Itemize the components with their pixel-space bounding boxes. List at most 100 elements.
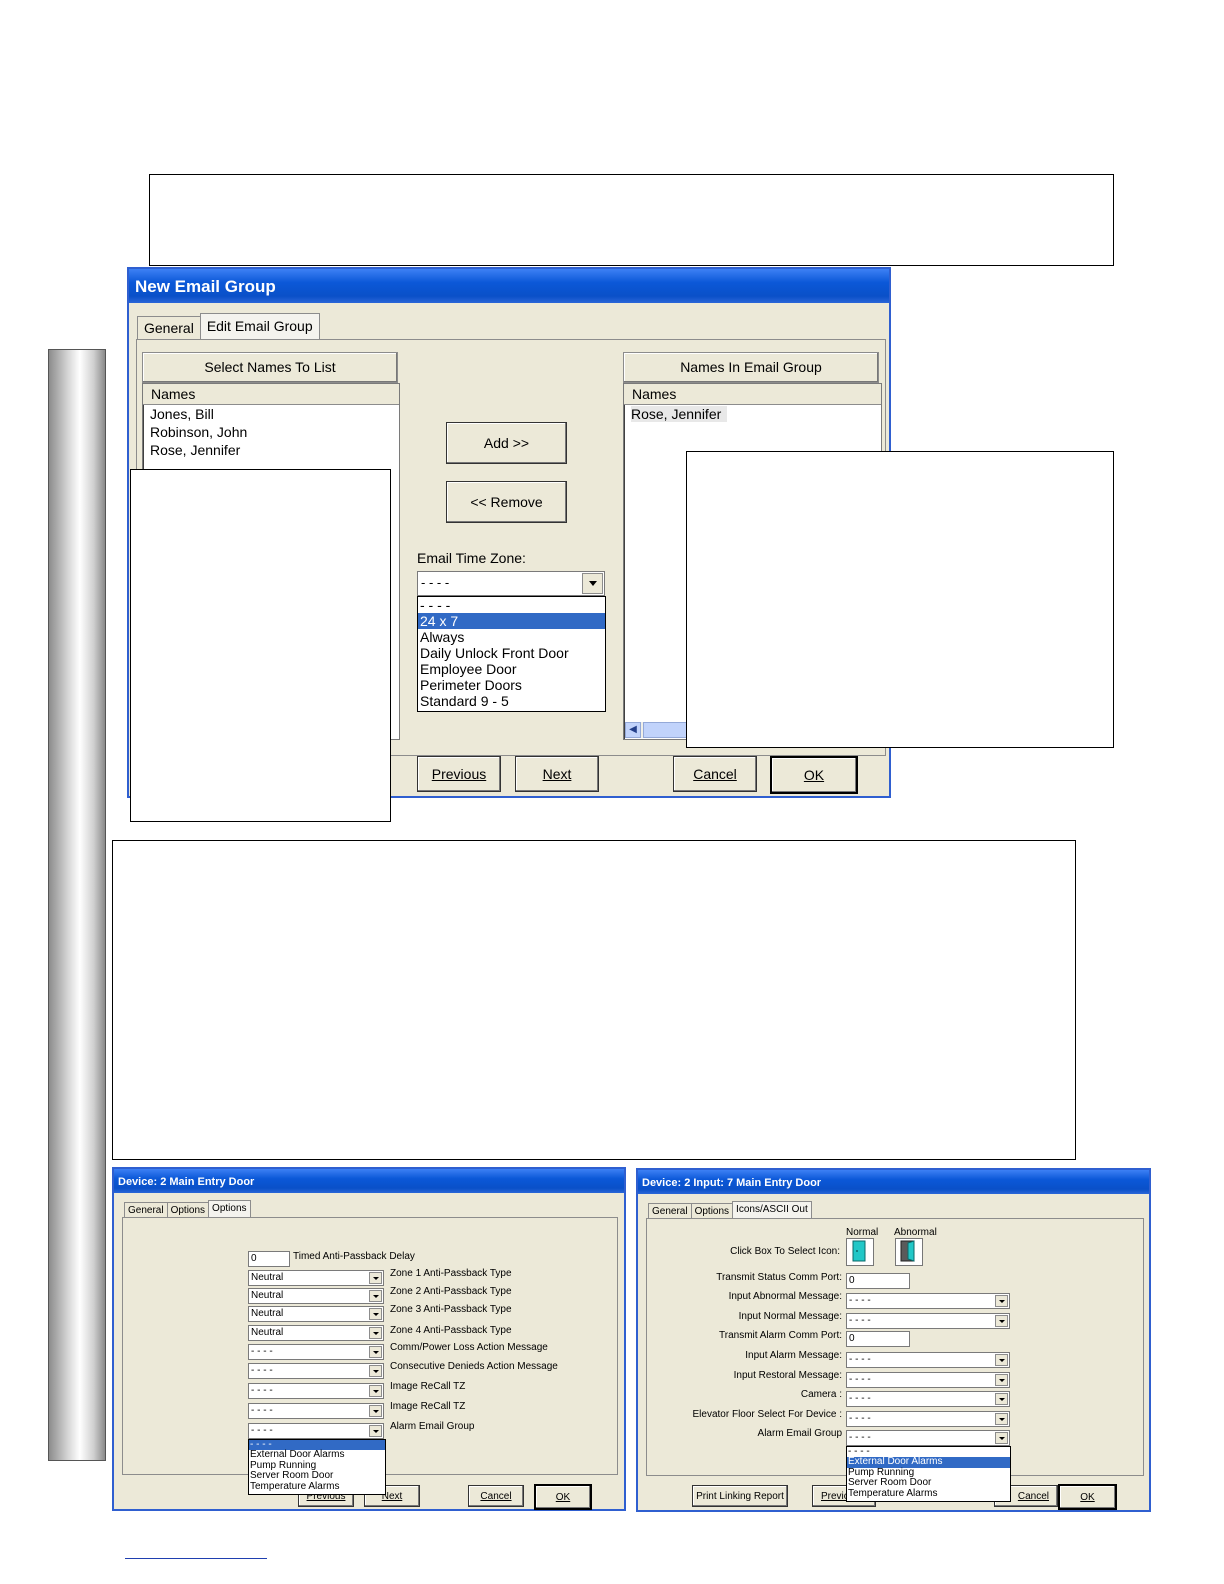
zone4-select[interactable]: Neutral (248, 1325, 384, 1341)
input-normal-select[interactable]: - - - - (846, 1313, 1010, 1329)
alarm-email-group-dropdown[interactable]: - - - - External Door Alarms Pump Runnin… (846, 1446, 1011, 1502)
input-abnormal-select[interactable]: - - - - (846, 1293, 1010, 1309)
chevron-down-icon[interactable] (995, 1432, 1008, 1444)
chevron-down-icon[interactable] (369, 1425, 382, 1437)
tab-edit-email-group[interactable]: Edit Email Group (199, 313, 320, 340)
normal-door-icon[interactable] (846, 1238, 874, 1266)
input-icons-dialog: Device: 2 Input: 7 Main Entry Door Gener… (636, 1168, 1151, 1512)
icon-select-label: Click Box To Select Icon: (730, 1246, 840, 1257)
chevron-down-icon[interactable] (369, 1327, 382, 1339)
dropdown-option[interactable]: Temperature Alarms (249, 1481, 385, 1492)
chevron-down-icon[interactable] (369, 1405, 382, 1417)
normal-label: Normal (846, 1227, 879, 1238)
image-recall-select-2[interactable]: - - - - (248, 1403, 384, 1419)
chevron-down-icon[interactable] (369, 1308, 382, 1320)
input-alarm-select[interactable]: - - - - (846, 1352, 1010, 1368)
footer-link-underline (125, 1558, 267, 1559)
print-linking-report-button[interactable]: Print Linking Report (692, 1485, 788, 1507)
denieds-select[interactable]: - - - - (248, 1363, 384, 1379)
ok-button[interactable]: OK (1058, 1484, 1117, 1510)
chevron-down-icon[interactable] (369, 1272, 382, 1284)
list-item[interactable]: Rose, Jennifer (624, 405, 881, 423)
dropdown-option-selected[interactable]: 24 x 7 (418, 613, 605, 629)
names-column-header[interactable]: Names (624, 384, 881, 405)
image-recall-select[interactable]: - - - - (248, 1383, 384, 1399)
dropdown-option[interactable]: Temperature Alarms (847, 1488, 1010, 1499)
chevron-down-icon[interactable] (995, 1413, 1008, 1425)
dropdown-option[interactable]: Employee Door (418, 661, 605, 677)
dialog-titlebar: Device: 2 Input: 7 Main Entry Door (638, 1170, 1149, 1194)
transmit-alarm-field[interactable]: 0 (846, 1331, 910, 1347)
cancel-button[interactable]: Cancel (468, 1485, 524, 1507)
tab-options[interactable]: Options (690, 1203, 734, 1219)
input-restoral-select[interactable]: - - - - (846, 1372, 1010, 1388)
ok-button[interactable]: OK (534, 1484, 592, 1510)
dropdown-option[interactable]: - - - - (418, 597, 605, 613)
tab-strip: General Options Options (124, 1199, 251, 1219)
dialog-titlebar: Device: 2 Main Entry Door (114, 1169, 624, 1193)
zone1-select[interactable]: Neutral (248, 1270, 384, 1286)
comm-power-label: Comm/Power Loss Action Message (390, 1342, 548, 1353)
chevron-down-icon[interactable] (582, 573, 603, 594)
chevron-down-icon[interactable] (369, 1365, 382, 1377)
list-item[interactable]: Rose, Jennifer (143, 441, 399, 459)
alarm-email-group-dropdown[interactable]: - - - - External Door Alarms Pump Runnin… (248, 1439, 386, 1495)
select-names-header[interactable]: Select Names To List (142, 352, 398, 383)
remove-button[interactable]: << Remove (446, 481, 567, 523)
tab-general[interactable]: General (648, 1203, 692, 1219)
dropdown-option[interactable]: Daily Unlock Front Door (418, 645, 605, 661)
elevator-floor-select[interactable]: - - - - (846, 1411, 1010, 1427)
dialog-title: New Email Group (135, 277, 276, 296)
dropdown-option[interactable]: Perimeter Doors (418, 677, 605, 693)
alarm-email-group-select[interactable]: - - - - (846, 1430, 1010, 1446)
alarm-email-group-select[interactable]: - - - - (248, 1423, 384, 1439)
zone2-select[interactable]: Neutral (248, 1288, 384, 1304)
tab-strip: General Edit Email Group (137, 313, 320, 340)
input-alarm-label: Input Alarm Message: (745, 1350, 842, 1361)
chevron-down-icon[interactable] (995, 1393, 1008, 1405)
names-in-group-header[interactable]: Names In Email Group (623, 352, 879, 383)
image-recall-label: Image ReCall TZ (390, 1381, 466, 1392)
abnormal-door-icon[interactable] (895, 1238, 923, 1266)
tab-general[interactable]: General (124, 1202, 168, 1218)
time-zone-select[interactable]: - - - - (417, 571, 605, 596)
chevron-down-icon[interactable] (369, 1290, 382, 1302)
device-options-dialog: Device: 2 Main Entry Door General Option… (112, 1167, 626, 1511)
zone4-label: Zone 4 Anti-Passback Type (390, 1325, 512, 1336)
dropdown-option[interactable]: Standard 9 - 5 (418, 693, 605, 709)
zone1-label: Zone 1 Anti-Passback Type (390, 1268, 512, 1279)
chevron-down-icon[interactable] (995, 1315, 1008, 1327)
camera-label: Camera : (800, 1389, 842, 1400)
dialog-titlebar: New Email Group (129, 269, 889, 303)
list-item[interactable]: Jones, Bill (143, 405, 399, 423)
right-callout-box (686, 451, 1114, 748)
chevron-down-icon[interactable] (995, 1374, 1008, 1386)
delay-label: Timed Anti-Passback Delay (293, 1251, 415, 1262)
transmit-status-field[interactable]: 0 (846, 1273, 910, 1289)
scroll-left-icon[interactable]: ◀ (625, 722, 641, 738)
middle-callout-box (112, 840, 1076, 1160)
chevron-down-icon[interactable] (995, 1354, 1008, 1366)
dropdown-option[interactable]: Always (418, 629, 605, 645)
zone3-select[interactable]: Neutral (248, 1306, 384, 1322)
input-abnormal-label: Input Abnormal Message: (728, 1291, 842, 1302)
tab-general[interactable]: General (137, 316, 201, 339)
dialog-title: Device: 2 Input: 7 Main Entry Door (642, 1177, 822, 1189)
next-button[interactable]: Next (515, 756, 599, 792)
list-item[interactable]: Robinson, John (143, 423, 399, 441)
ok-button[interactable]: OK (770, 756, 858, 794)
names-column-header[interactable]: Names (143, 384, 399, 405)
time-zone-dropdown[interactable]: - - - - 24 x 7 Always Daily Unlock Front… (417, 596, 606, 712)
previous-button[interactable]: Previous (417, 756, 501, 792)
chevron-down-icon[interactable] (369, 1346, 382, 1358)
tab-options[interactable]: Options (166, 1202, 210, 1218)
chevron-down-icon[interactable] (995, 1295, 1008, 1307)
add-button[interactable]: Add >> (446, 422, 567, 464)
denieds-label: Consecutive Denieds Action Message (390, 1361, 558, 1372)
cancel-button[interactable]: Cancel (673, 756, 757, 792)
zone3-label: Zone 3 Anti-Passback Type (390, 1304, 512, 1315)
camera-select[interactable]: - - - - (846, 1391, 1010, 1407)
chevron-down-icon[interactable] (369, 1385, 382, 1397)
delay-field[interactable]: 0 (248, 1251, 290, 1267)
comm-power-select[interactable]: - - - - (248, 1344, 384, 1360)
